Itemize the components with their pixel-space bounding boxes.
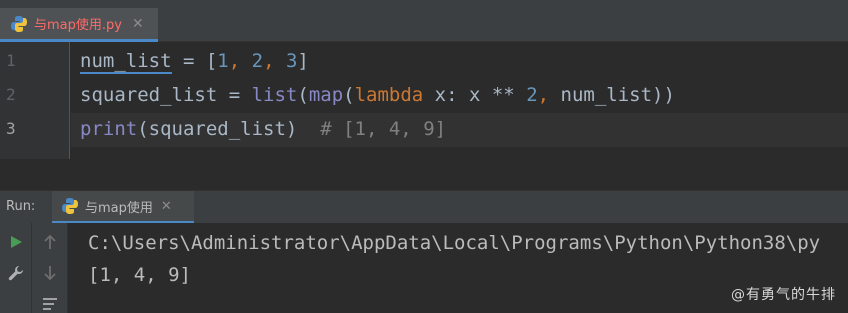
code-token: num_list)) — [560, 84, 675, 106]
line-number: 1 — [6, 51, 16, 70]
arrow-up-icon — [44, 234, 56, 249]
number-literal: 2 — [526, 84, 538, 106]
run-tool-window: C:\Users\Administrator\AppData\Local\Pro… — [0, 223, 848, 313]
comment: # [1, 4, 9] — [297, 118, 447, 140]
scroll-down-button[interactable] — [39, 262, 61, 284]
number-literal: 3 — [285, 50, 298, 72]
console-output-line: [1, 4, 9] — [88, 264, 191, 286]
run-label: Run: — [6, 199, 36, 214]
code-token: ( — [297, 84, 309, 106]
python-run-icon — [62, 198, 78, 214]
identifier: num_list — [80, 50, 172, 74]
builtin-function: print — [80, 118, 138, 140]
python-file-icon — [11, 15, 27, 32]
close-icon[interactable]: ✕ — [161, 199, 172, 214]
settings-button[interactable] — [5, 262, 27, 284]
close-icon[interactable]: ✕ — [132, 16, 144, 32]
play-icon — [11, 236, 22, 248]
line-number: 3 — [6, 119, 16, 138]
editor-tab[interactable]: 与map使用.py ✕ — [0, 8, 158, 42]
code-token: = [ — [171, 50, 218, 72]
scroll-up-button[interactable] — [39, 231, 61, 253]
soft-wrap-button[interactable] — [39, 293, 61, 313]
soft-wrap-icon — [43, 298, 57, 310]
run-config-tab[interactable]: 与map使用 ✕ — [52, 191, 194, 224]
editor-tab-filename: 与map使用.py — [34, 18, 122, 33]
number-literal: 1 — [217, 50, 229, 72]
arrow-down-icon — [44, 266, 56, 281]
watermark: @有勇气的牛排 — [731, 287, 836, 303]
editor-tab-bar: 与map使用.py ✕ — [0, 0, 848, 42]
rerun-button[interactable] — [5, 231, 27, 253]
line-number-gutter: 1 2 3 — [0, 42, 70, 159]
run-tool-window-header: Run: 与map使用 ✕ — [0, 190, 848, 224]
code-token: ] — [297, 50, 309, 72]
code-token: ( — [343, 84, 355, 106]
number-literal: 2 — [251, 50, 264, 72]
keyword: lambda — [354, 84, 424, 106]
code-area[interactable]: num_list = [1, 2, 3] squared_list = list… — [71, 42, 848, 159]
code-line-3: print(squared_list) # [1, 4, 9] — [80, 112, 446, 146]
console-toolbar — [32, 223, 68, 313]
console-output-line: C:\Users\Administrator\AppData\Local\Pro… — [88, 232, 821, 254]
wrench-icon — [8, 266, 23, 281]
line-number: 2 — [6, 85, 16, 104]
builtin-function: map — [308, 84, 344, 106]
code-token: x: x ** — [423, 84, 527, 106]
run-tab-label: 与map使用 — [85, 200, 153, 216]
code-token: , — [263, 50, 286, 72]
code-line-2: squared_list = list(map(lambda x: x ** 2… — [80, 78, 675, 112]
code-token: (squared_list) — [137, 118, 298, 140]
code-token: , — [228, 50, 252, 72]
builtin-function: list — [251, 84, 298, 106]
code-token: , — [537, 84, 561, 106]
code-editor[interactable]: 1 2 3 num_list = [1, 2, 3] squared_list … — [0, 42, 848, 159]
run-toolbar — [0, 223, 32, 313]
code-token: squared_list = — [80, 84, 252, 106]
code-line-1: num_list = [1, 2, 3] — [80, 44, 309, 78]
